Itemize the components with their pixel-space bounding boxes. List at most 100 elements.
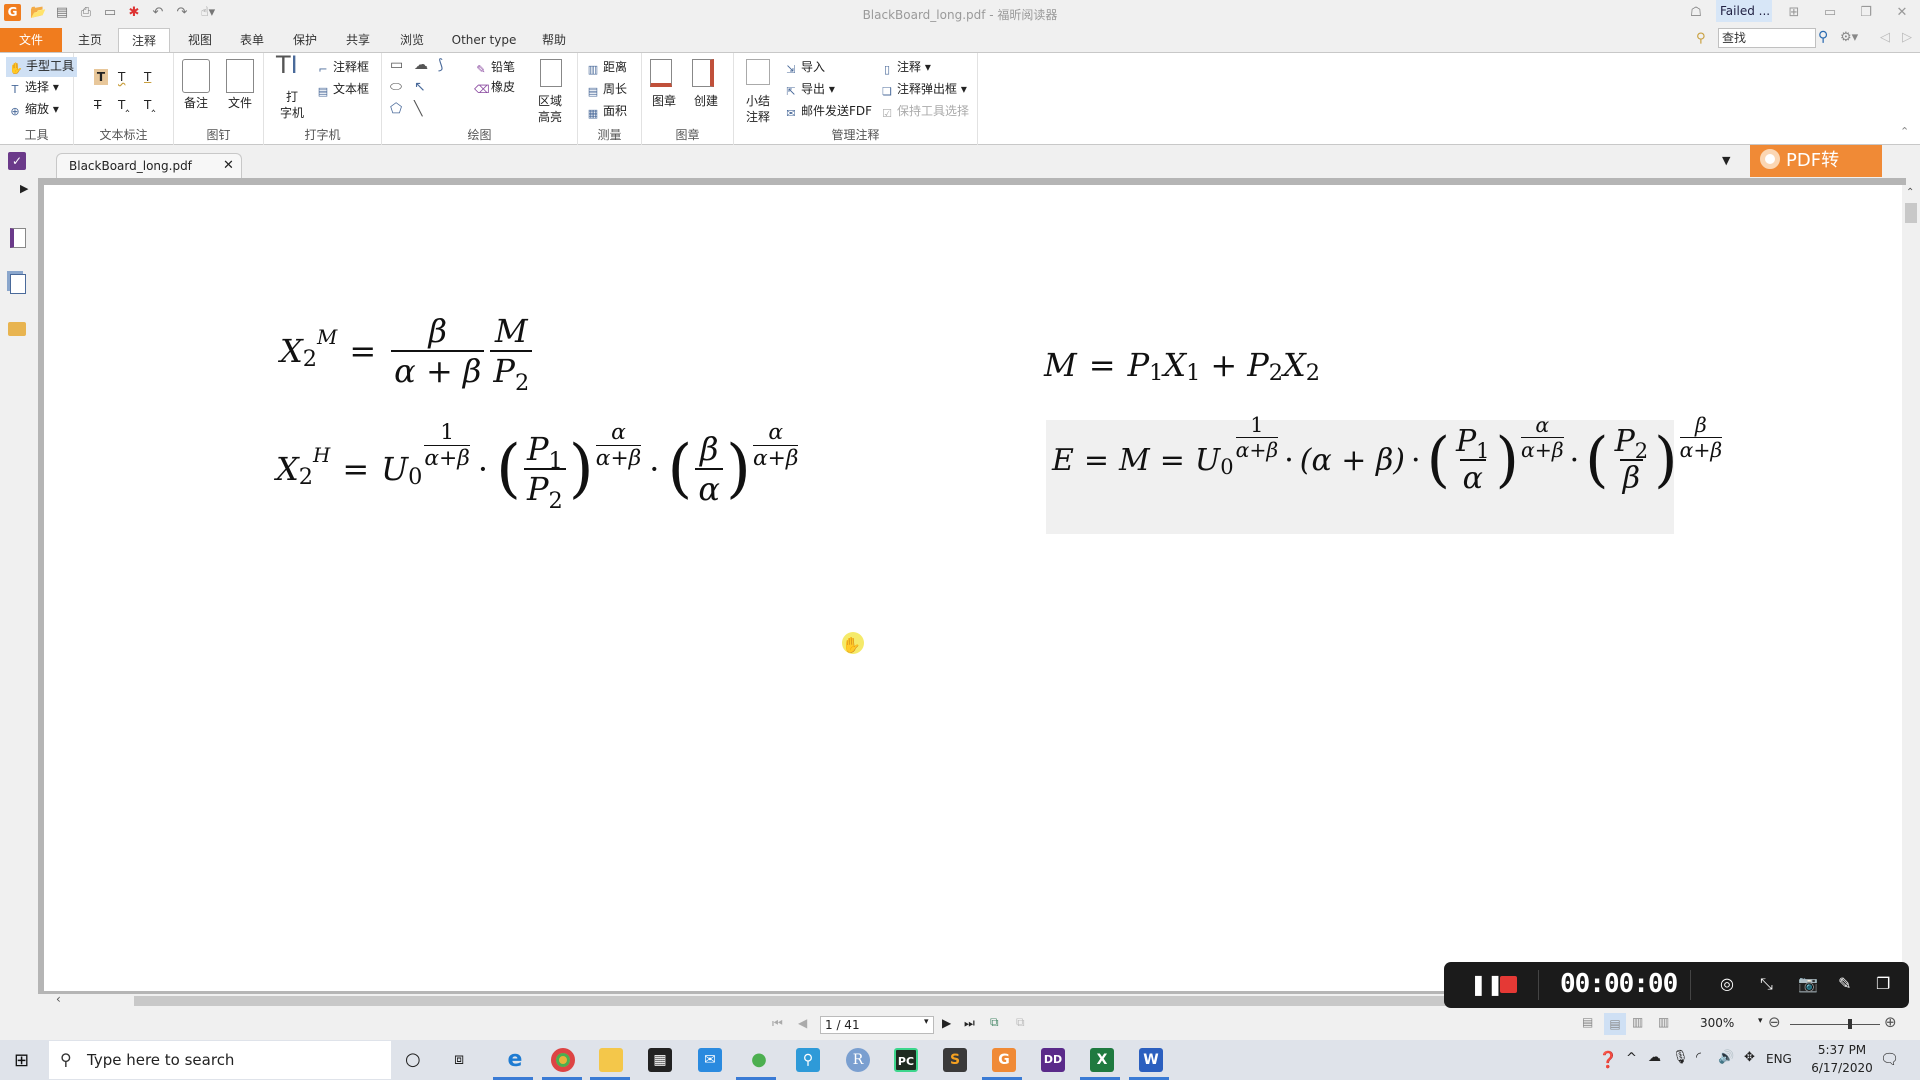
prev-view-icon[interactable]: ⧉ xyxy=(990,1015,999,1030)
vertical-scrollbar[interactable]: ⌃ xyxy=(1902,185,1920,1000)
select-tool-button[interactable]: T 选择 ▾ xyxy=(8,79,59,97)
popup-dropdown[interactable]: ❏ 注释弹出框 ▾ xyxy=(880,81,967,99)
edge-icon[interactable]: e xyxy=(503,1048,527,1072)
textbox-button[interactable]: ▤ 文本框 xyxy=(316,81,369,99)
hand-tool-button[interactable]: ✋ 手型工具 xyxy=(6,57,78,77)
find-icon[interactable]: ⚲ xyxy=(1696,31,1706,46)
save-icon[interactable]: ▤ xyxy=(54,5,70,21)
failed-status-button[interactable]: Failed ... xyxy=(1716,0,1772,22)
notification-icon[interactable]: 🗨 xyxy=(1880,1050,1899,1068)
print-icon[interactable]: ⎙ xyxy=(78,5,94,21)
tab-list-dropdown-icon[interactable]: ▼ xyxy=(1722,154,1730,167)
clock-time[interactable]: 5:37 PM xyxy=(1812,1043,1872,1057)
tab-other-type[interactable]: Other type xyxy=(446,28,522,52)
pencil-button[interactable]: ✎ 铅笔 xyxy=(474,59,515,77)
file-explorer-icon[interactable] xyxy=(599,1048,623,1072)
zoom-in-icon[interactable]: ⊕ xyxy=(1884,1013,1897,1031)
mail-icon[interactable]: ✉ xyxy=(698,1048,722,1072)
file-attach-icon[interactable] xyxy=(226,59,254,93)
zoom-level[interactable]: 300% xyxy=(1700,1016,1734,1030)
eraser-button[interactable]: ⌫橡皮 xyxy=(474,79,515,97)
tab-form[interactable]: 表单 xyxy=(232,28,272,52)
perimeter-button[interactable]: ▤ 周长 xyxy=(586,81,627,99)
oval-icon[interactable]: ⬭ xyxy=(390,79,402,95)
facing-icon[interactable]: ▥ xyxy=(1632,1015,1643,1029)
line-icon[interactable]: ╲ xyxy=(414,101,422,117)
scroll-left-icon[interactable]: ‹ xyxy=(56,992,61,1006)
tab-help[interactable]: 帮助 xyxy=(534,28,574,52)
summarize-icon[interactable] xyxy=(746,59,770,85)
dropbox-icon[interactable]: ✥ xyxy=(1744,1050,1755,1065)
zoom-dropdown-icon[interactable]: ▾ xyxy=(1758,1016,1763,1026)
strikeout-icon[interactable]: T xyxy=(94,97,101,113)
tell-me-icon[interactable]: ☖ xyxy=(1688,5,1704,21)
microphone-icon[interactable]: 🎙 xyxy=(1672,1050,1689,1065)
stamp-icon[interactable] xyxy=(650,59,672,87)
expand-panel-icon[interactable]: ▶ xyxy=(20,182,28,195)
sublime-icon[interactable]: S xyxy=(943,1048,967,1072)
cloud-icon[interactable]: ☁ xyxy=(414,57,428,73)
continuous-page-icon[interactable]: ▤ xyxy=(1604,1013,1626,1035)
close-button[interactable]: ✕ xyxy=(1884,2,1920,24)
tab-view[interactable]: 视图 xyxy=(180,28,220,52)
tab-comment[interactable]: 注释 xyxy=(118,28,170,53)
document-tab[interactable]: BlackBoard_long.pdf ✕ xyxy=(56,153,242,178)
callout-button[interactable]: ⌐ 注释框 xyxy=(316,59,369,77)
back-icon[interactable]: ◁ xyxy=(1880,30,1890,45)
stop-icon[interactable] xyxy=(1500,976,1517,993)
note-icon[interactable] xyxy=(182,59,210,93)
create-stamp-button[interactable]: 创建 xyxy=(694,93,718,109)
screenshot-region-icon[interactable]: ◎ xyxy=(1720,974,1734,993)
properties-icon[interactable]: ▭ xyxy=(102,5,118,21)
horizontal-scroll-thumb[interactable] xyxy=(134,996,1574,1006)
open-icon[interactable]: 📂 xyxy=(30,5,46,21)
excel-icon[interactable]: X xyxy=(1090,1048,1114,1072)
highlight-icon[interactable]: T xyxy=(94,69,108,85)
help-tray-icon[interactable]: ❓ xyxy=(1598,1050,1618,1069)
settings-icon[interactable]: ⚙▾ xyxy=(1840,30,1858,45)
page-number-input[interactable]: 1 / 41 xyxy=(820,1016,934,1034)
search-icon[interactable]: ⚲ xyxy=(1818,29,1828,45)
minimize-button[interactable]: ▭ xyxy=(1812,2,1848,24)
polyline-icon[interactable]: ⟆ xyxy=(438,57,443,73)
store-icon[interactable]: ▦ xyxy=(648,1048,672,1072)
page-dropdown-icon[interactable]: ▾ xyxy=(924,1017,929,1027)
undo-icon[interactable]: ↶ xyxy=(150,5,166,21)
redo-icon[interactable]: ↷ xyxy=(174,5,190,21)
task-view-icon[interactable]: ⧈ xyxy=(454,1049,464,1069)
window-icon[interactable]: ❐ xyxy=(1876,974,1890,993)
forward-icon[interactable]: ▷ xyxy=(1902,30,1912,45)
sign-icon[interactable]: ✓ xyxy=(8,152,26,170)
wifi-icon[interactable]: ◜ xyxy=(1696,1050,1701,1065)
distance-button[interactable]: ▥ 距离 xyxy=(586,59,627,77)
replace-text-icon[interactable]: T‸ xyxy=(118,97,129,113)
pycharm-icon[interactable]: PC xyxy=(894,1048,918,1072)
file-button[interactable]: 文件 xyxy=(228,95,252,111)
next-page-icon[interactable]: ▶ xyxy=(942,1016,951,1030)
squiggly-icon[interactable]: T xyxy=(118,69,125,85)
tab-share[interactable]: 共享 xyxy=(338,28,378,52)
tab-protect[interactable]: 保护 xyxy=(285,28,325,52)
hand-dropdown-icon[interactable]: ☝▾ xyxy=(200,5,216,21)
pause-icon[interactable]: ❚❚ xyxy=(1470,972,1504,996)
shrink-icon[interactable]: ⤡ xyxy=(1760,974,1773,994)
dolby-icon[interactable]: DD xyxy=(1041,1048,1065,1072)
email-fdf-button[interactable]: ✉ 邮件发送FDF xyxy=(784,103,872,121)
tab-file[interactable]: 文件 xyxy=(0,28,62,52)
tab-home[interactable]: 主页 xyxy=(70,28,110,52)
prev-page-icon[interactable]: ◀ xyxy=(798,1016,807,1030)
new-icon[interactable]: ✱ xyxy=(126,5,142,21)
comments-panel-icon[interactable] xyxy=(8,322,26,336)
onedrive-icon[interactable]: ☁ xyxy=(1648,1050,1661,1065)
underline-icon[interactable]: T xyxy=(144,69,151,85)
import-button[interactable]: ⇲ 导入 xyxy=(784,59,825,77)
pdf-to-word-button[interactable]: PDF转Word xyxy=(1750,145,1882,203)
typewriter-icon[interactable]: TI xyxy=(276,53,298,77)
r-icon[interactable]: R xyxy=(846,1048,870,1072)
comments-dropdown[interactable]: ▯ 注释 ▾ xyxy=(880,59,931,77)
zoom-tool-button[interactable]: ⊕ 缩放 ▾ xyxy=(8,101,58,119)
tab-browse[interactable]: 浏览 xyxy=(392,28,432,52)
insert-text-icon[interactable]: T‸ xyxy=(144,97,155,113)
camera-icon[interactable]: 📷 xyxy=(1798,974,1818,993)
clock-date[interactable]: 6/17/2020 xyxy=(1806,1061,1878,1075)
